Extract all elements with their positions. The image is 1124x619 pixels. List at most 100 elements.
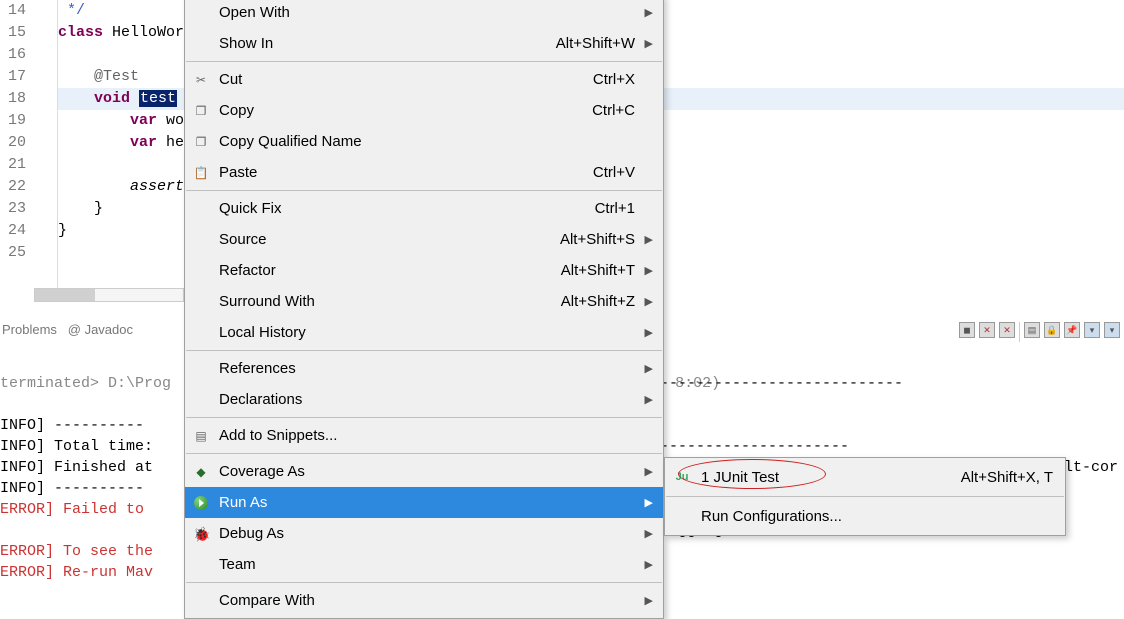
console-fragment: ---------------------------: [660, 373, 903, 394]
line-number: 14: [0, 0, 30, 22]
menu-item-paste[interactable]: 📋 PasteCtrl+V: [185, 157, 663, 188]
menu-item-label: Run As: [219, 494, 641, 511]
run-as-submenu[interactable]: Ju 1 JUnit Test Alt+Shift+X, T Run Confi…: [664, 457, 1066, 536]
line-number: 24: [0, 220, 30, 242]
menu-item-label: Team: [219, 556, 641, 573]
menu-item-shortcut: Ctrl+1: [595, 200, 635, 217]
bug-icon: 🐞: [193, 526, 209, 542]
menu-separator: [186, 350, 662, 351]
horizontal-scrollbar[interactable]: [34, 288, 184, 302]
pin-console-icon[interactable]: 📌: [1064, 322, 1080, 338]
submenu-arrow-icon: ▶: [641, 37, 653, 50]
menu-item-quick-fix[interactable]: Quick FixCtrl+1: [185, 193, 663, 224]
submenu-arrow-icon: ▶: [641, 465, 653, 478]
menu-item-show-in[interactable]: Show InAlt+Shift+W ▶: [185, 28, 663, 59]
submenu-item-run-configurations[interactable]: Run Configurations...: [665, 499, 1065, 533]
copyq-icon: ❐: [193, 134, 209, 150]
menu-item-label: Copy: [219, 102, 592, 119]
line-number: 23: [0, 198, 30, 220]
submenu-arrow-icon: ▶: [641, 527, 653, 540]
submenu-arrow-icon: ▶: [641, 233, 653, 246]
menu-item-open-with[interactable]: Open With▶: [185, 0, 663, 28]
menu-item-label: Paste: [219, 164, 593, 181]
context-menu[interactable]: Open With▶Show InAlt+Shift+W▶✂CutCtrl+X❐…: [184, 0, 664, 619]
remove-all-icon[interactable]: ✕: [999, 322, 1015, 338]
console-fragment: ---------------------: [660, 436, 849, 457]
menu-item-copy[interactable]: ❐ CopyCtrl+C: [185, 95, 663, 126]
menu-item-label: Cut: [219, 71, 593, 88]
submenu-separator: [666, 496, 1064, 497]
menu-item-shortcut: Alt+Shift+T: [561, 262, 635, 279]
menu-item-team[interactable]: Team▶: [185, 549, 663, 580]
menu-item-surround-with[interactable]: Surround WithAlt+Shift+Z ▶: [185, 286, 663, 317]
open-console-icon[interactable]: ▾: [1104, 322, 1120, 338]
menu-item-compare-with[interactable]: Compare With▶: [185, 585, 663, 616]
menu-item-label: Show In: [219, 35, 556, 52]
submenu-arrow-icon: ▶: [641, 362, 653, 375]
line-number: 18: [0, 88, 30, 110]
line-number: 15: [0, 22, 30, 44]
menu-item-shortcut: Ctrl+C: [592, 102, 635, 119]
annotation-gutter: [30, 0, 58, 300]
line-number: 20: [0, 132, 30, 154]
paste-icon: 📋: [193, 165, 209, 181]
tab-problems[interactable]: Problems: [2, 322, 57, 337]
menu-item-label: Declarations: [219, 391, 641, 408]
line-number: 16: [0, 44, 30, 66]
clear-console-icon[interactable]: ▤: [1024, 322, 1040, 338]
submenu-item-junit-test[interactable]: Ju 1 JUnit Test Alt+Shift+X, T: [665, 460, 1065, 494]
submenu-arrow-icon: ▶: [641, 496, 653, 509]
menu-item-add-to-snippets[interactable]: ▤ Add to Snippets...: [185, 420, 663, 451]
menu-item-label: Quick Fix: [219, 200, 595, 217]
menu-item-coverage-as[interactable]: ◆ Coverage As▶: [185, 456, 663, 487]
menu-item-declarations[interactable]: Declarations▶: [185, 384, 663, 415]
menu-item-debug-as[interactable]: 🐞 Debug As▶: [185, 518, 663, 549]
menu-separator: [186, 61, 662, 62]
submenu-arrow-icon: ▶: [641, 393, 653, 406]
remove-launch-icon[interactable]: ✕: [979, 322, 995, 338]
menu-item-label: Open With: [219, 4, 641, 21]
menu-item-label: Add to Snippets...: [219, 427, 641, 444]
tab-javadoc[interactable]: Javadoc: [85, 322, 133, 337]
menu-item-shortcut: Ctrl+V: [593, 164, 635, 181]
submenu-arrow-icon: ▶: [641, 295, 653, 308]
menu-item-copy-qualified-name[interactable]: ❐ Copy Qualified Name: [185, 126, 663, 157]
menu-item-shortcut: Alt+Shift+Z: [561, 293, 635, 310]
menu-item-references[interactable]: References▶: [185, 353, 663, 384]
menu-item-shortcut: Ctrl+X: [593, 71, 635, 88]
submenu-arrow-icon: ▶: [641, 326, 653, 339]
menu-item-run-as[interactable]: Run As▶: [185, 487, 663, 518]
menu-item-refactor[interactable]: RefactorAlt+Shift+T▶: [185, 255, 663, 286]
menu-item-source[interactable]: SourceAlt+Shift+S▶: [185, 224, 663, 255]
cov-icon: ◆: [193, 464, 209, 480]
submenu-arrow-icon: ▶: [641, 558, 653, 571]
menu-item-cut[interactable]: ✂ CutCtrl+X: [185, 64, 663, 95]
console-fragment: lt-cor: [1064, 457, 1120, 478]
submenu-label: 1 JUnit Test: [701, 469, 961, 486]
menu-item-label: Source: [219, 231, 560, 248]
menu-item-shortcut: Alt+Shift+W: [556, 35, 635, 52]
line-number: 21: [0, 154, 30, 176]
scrollbar-thumb[interactable]: [35, 289, 95, 301]
menu-separator: [186, 190, 662, 191]
menu-item-label: Local History: [219, 324, 641, 341]
menu-item-label: Surround With: [219, 293, 561, 310]
menu-item-label: Refactor: [219, 262, 561, 279]
line-number: 22: [0, 176, 30, 198]
scroll-lock-icon[interactable]: 🔒: [1044, 322, 1060, 338]
menu-item-label: Debug As: [219, 525, 641, 542]
junit-icon: Ju: [673, 468, 691, 486]
display-selected-console-icon[interactable]: ▾: [1084, 322, 1100, 338]
menu-separator: [186, 417, 662, 418]
menu-item-label: Coverage As: [219, 463, 641, 480]
copy-icon: ❐: [193, 103, 209, 119]
menu-item-label: Copy Qualified Name: [219, 133, 641, 150]
menu-item-label: Compare With: [219, 592, 641, 609]
cut-icon: ✂: [193, 72, 209, 88]
snip-icon: ▤: [193, 428, 209, 444]
line-number-gutter: 141516171819202122232425: [0, 0, 30, 300]
menu-item-local-history[interactable]: Local History▶: [185, 317, 663, 348]
menu-item-label: References: [219, 360, 641, 377]
terminate-icon[interactable]: ◼: [959, 322, 975, 338]
submenu-arrow-icon: ▶: [641, 594, 653, 607]
